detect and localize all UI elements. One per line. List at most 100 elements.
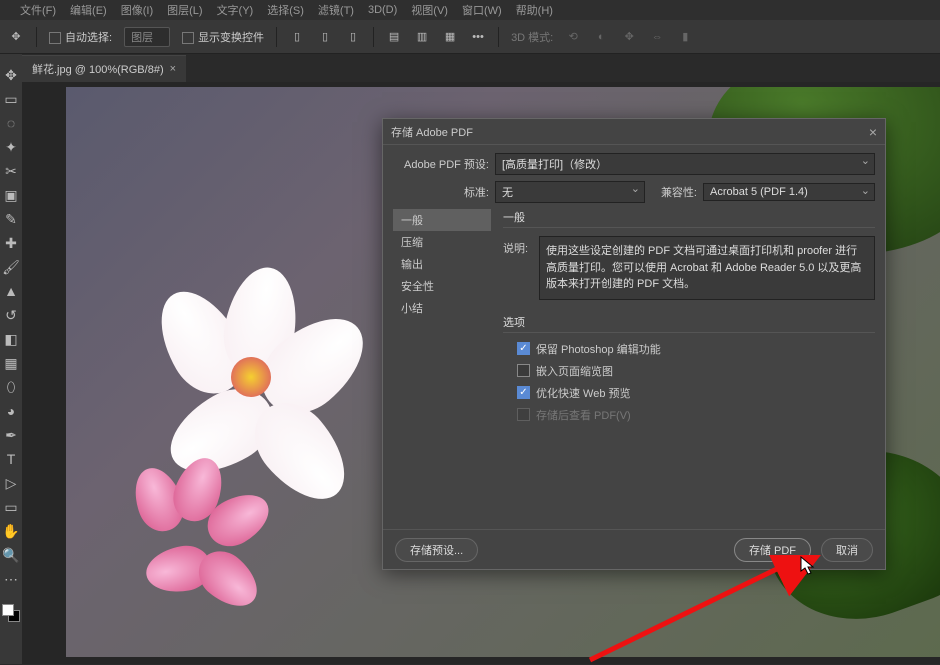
hand-tool-icon[interactable]: ✋	[2, 522, 20, 540]
separator	[36, 27, 37, 47]
close-icon[interactable]: ×	[869, 124, 877, 140]
standard-label: 标准:	[393, 184, 489, 200]
save-pdf-button[interactable]: 存储 PDF	[734, 538, 811, 562]
options-group-label: 选项	[503, 314, 875, 333]
menu-item[interactable]: 帮助(H)	[516, 2, 553, 18]
separator	[498, 27, 499, 47]
preset-combo[interactable]: [高质量打印]（修改）	[495, 153, 875, 175]
save-pdf-dialog: 存储 Adobe PDF × Adobe PDF 预设: [高质量打印]（修改）…	[382, 118, 886, 570]
align-right-icon[interactable]: ▯	[345, 29, 361, 45]
move-tool-icon[interactable]: ✥	[8, 29, 24, 45]
checkbox-icon: ✓	[517, 342, 530, 355]
edit-toolbar-icon[interactable]: ⋯	[2, 570, 20, 588]
auto-select-check[interactable]: 自动选择:	[49, 29, 112, 45]
dialog-title: 存储 Adobe PDF	[391, 124, 473, 140]
stamp-tool-icon[interactable]: ▲	[2, 282, 20, 300]
eyedropper-tool-icon[interactable]: ✎	[2, 210, 20, 228]
frame-tool-icon[interactable]: ▣	[2, 186, 20, 204]
align-left-icon[interactable]: ▯	[289, 29, 305, 45]
main-menubar: 文件(F) 编辑(E) 图像(I) 图层(L) 文字(Y) 选择(S) 滤镜(T…	[0, 0, 940, 20]
menu-item[interactable]: 视图(V)	[411, 2, 448, 18]
3d-pan-icon[interactable]: ✥	[621, 29, 637, 45]
3d-camera-icon[interactable]: ▮	[677, 29, 693, 45]
opt-label: 嵌入页面缩览图	[536, 363, 613, 379]
distribute-icon[interactable]: ▤	[386, 29, 402, 45]
opt-embed-thumbnail[interactable]: 嵌入页面缩览图	[517, 363, 875, 379]
separator	[276, 27, 277, 47]
heal-tool-icon[interactable]: ✚	[2, 234, 20, 252]
opt-fast-web[interactable]: ✓ 优化快速 Web 预览	[517, 385, 875, 401]
wand-tool-icon[interactable]: ✦	[2, 138, 20, 156]
menu-item[interactable]: 图层(L)	[167, 2, 202, 18]
show-transform-label: 显示变换控件	[198, 32, 264, 44]
align-center-icon[interactable]: ▯	[317, 29, 333, 45]
brush-tool-icon[interactable]: 🖌	[2, 258, 20, 276]
sidenav-compression[interactable]: 压缩	[393, 231, 491, 253]
desc-label: 说明:	[503, 236, 531, 300]
opt-preserve-editing[interactable]: ✓ 保留 Photoshop 编辑功能	[517, 341, 875, 357]
marquee-tool-icon[interactable]: ▭	[2, 90, 20, 108]
menu-item[interactable]: 编辑(E)	[70, 2, 107, 18]
distribute-icon[interactable]: ▥	[414, 29, 430, 45]
lasso-tool-icon[interactable]: ◌	[2, 114, 20, 132]
close-tab-icon[interactable]: ×	[170, 63, 176, 75]
crop-tool-icon[interactable]: ✂	[2, 162, 20, 180]
dodge-tool-icon[interactable]: ◕	[2, 402, 20, 420]
more-icon[interactable]: •••	[470, 29, 486, 45]
shape-tool-icon[interactable]: ▭	[2, 498, 20, 516]
dialog-footer: 存储预设... 存储 PDF 取消	[383, 529, 885, 569]
zoom-tool-icon[interactable]: 🔍	[2, 546, 20, 564]
path-select-icon[interactable]: ▷	[2, 474, 20, 492]
show-transform-check[interactable]: 显示变换控件	[182, 29, 264, 45]
options-bar: ✥ 自动选择: 图层 显示变换控件 ▯ ▯ ▯ ▤ ▥ ▦ ••• 3D 模式:…	[0, 20, 940, 54]
toolbar: ✥ ▭ ◌ ✦ ✂ ▣ ✎ ✚ 🖌 ▲ ↺ ◧ ▦ ⬯ ◕ ✒ T ▷ ▭ ✋ …	[0, 54, 22, 664]
gradient-tool-icon[interactable]: ▦	[2, 354, 20, 372]
layer-target-select[interactable]: 图层	[124, 27, 170, 47]
sidenav-security[interactable]: 安全性	[393, 275, 491, 297]
menu-item[interactable]: 文字(Y)	[217, 2, 254, 18]
3d-orbit-icon[interactable]: ⟲	[565, 29, 581, 45]
checkbox-icon: ✓	[517, 386, 530, 399]
compat-label: 兼容性:	[651, 184, 697, 200]
sidenav-general[interactable]: 一般	[393, 209, 491, 231]
menu-item[interactable]: 滤镜(T)	[318, 2, 354, 18]
mode3d-label: 3D 模式:	[511, 29, 553, 45]
sidenav-output[interactable]: 输出	[393, 253, 491, 275]
save-preset-button[interactable]: 存储预设...	[395, 538, 478, 562]
cancel-button[interactable]: 取消	[821, 538, 873, 562]
document-tab[interactable]: 鲜花.jpg @ 100%(RGB/8#) ×	[22, 55, 186, 82]
menu-item[interactable]: 3D(D)	[368, 4, 397, 16]
dialog-titlebar[interactable]: 存储 Adobe PDF ×	[383, 119, 885, 145]
color-swatches[interactable]	[2, 604, 20, 622]
blur-tool-icon[interactable]: ⬯	[2, 378, 20, 396]
menu-item[interactable]: 文件(F)	[20, 2, 56, 18]
history-brush-icon[interactable]: ↺	[2, 306, 20, 324]
dialog-sidenav: 一般 压缩 输出 安全性 小结	[393, 209, 491, 429]
general-panel: 一般 说明: 使用这些设定创建的 PDF 文档可通过桌面打印机和 proofer…	[491, 209, 875, 429]
3d-slide-icon[interactable]: ⇔	[649, 29, 665, 45]
sidenav-summary[interactable]: 小结	[393, 297, 491, 319]
eraser-tool-icon[interactable]: ◧	[2, 330, 20, 348]
desc-textbox[interactable]: 使用这些设定创建的 PDF 文档可通过桌面打印机和 proofer 进行高质量打…	[539, 236, 875, 300]
panel-title: 一般	[503, 209, 875, 228]
document-tab-title: 鲜花.jpg @ 100%(RGB/8#)	[32, 61, 164, 77]
checkbox-icon	[517, 364, 530, 377]
menu-item[interactable]: 选择(S)	[267, 2, 304, 18]
pen-tool-icon[interactable]: ✒	[2, 426, 20, 444]
opt-label: 优化快速 Web 预览	[536, 385, 631, 401]
type-tool-icon[interactable]: T	[2, 450, 20, 468]
preset-label: Adobe PDF 预设:	[393, 156, 489, 172]
separator	[373, 27, 374, 47]
menu-item[interactable]: 窗口(W)	[462, 2, 502, 18]
auto-select-label: 自动选择:	[65, 32, 112, 44]
standard-combo[interactable]: 无	[495, 181, 645, 203]
checkbox-icon	[517, 408, 530, 421]
3d-roll-icon[interactable]: ◐	[593, 29, 609, 45]
compat-combo[interactable]: Acrobat 5 (PDF 1.4)	[703, 183, 875, 201]
menu-item[interactable]: 图像(I)	[121, 2, 153, 18]
opt-view-after-save: 存储后查看 PDF(V)	[517, 407, 875, 423]
opt-label: 存储后查看 PDF(V)	[536, 407, 631, 423]
document-tabbar: 鲜花.jpg @ 100%(RGB/8#) ×	[0, 54, 940, 82]
move-tool-icon[interactable]: ✥	[2, 66, 20, 84]
distribute-icon[interactable]: ▦	[442, 29, 458, 45]
